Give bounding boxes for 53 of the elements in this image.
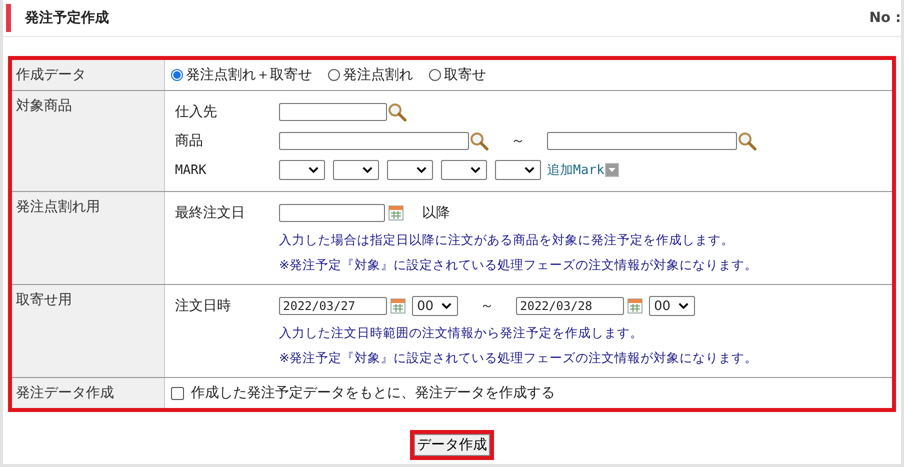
- field-label: MARK: [175, 162, 208, 178]
- header-accent-bar: [6, 4, 11, 32]
- supplier-field[interactable]: [279, 103, 387, 121]
- note-text: 入力した場合は指定日以降に注文がある商品を対象に発注予定を作成します。: [278, 231, 735, 249]
- row-label: 取寄せ用: [12, 285, 165, 377]
- radio-option[interactable]: 取寄せ: [429, 66, 486, 84]
- chevron-down-icon: [470, 166, 481, 174]
- date-field[interactable]: 2022/03/27: [279, 297, 387, 315]
- mark-select[interactable]: [387, 160, 433, 180]
- field-label: 注文日時: [175, 297, 232, 315]
- row-label: 発注点割れ用: [12, 192, 165, 284]
- chevron-down-icon: [308, 166, 319, 174]
- calendar-icon[interactable]: [627, 298, 643, 314]
- note-text: ※発注予定『対象』に設定されている処理フェーズの注文情報が対象になります。: [278, 256, 758, 274]
- checkbox-option[interactable]: 作成した発注予定データをもとに、発注データを作成する: [171, 384, 555, 402]
- product-to-field[interactable]: [547, 132, 737, 150]
- create-data-button[interactable]: データ作成: [410, 430, 494, 460]
- search-icon[interactable]: [387, 102, 407, 122]
- field-label: 商品: [175, 132, 204, 150]
- product-from-field[interactable]: [279, 132, 469, 150]
- chevron-down-icon: [416, 166, 427, 174]
- note-text: 入力した注文日時範囲の注文情報から発注予定を作成します。: [278, 324, 644, 342]
- radio-option[interactable]: 発注点割れ: [328, 66, 413, 84]
- date-field[interactable]: [279, 204, 385, 222]
- note-text: ※発注予定『対象』に設定されている処理フェーズの注文情報が対象になります。: [278, 349, 758, 367]
- mark-select[interactable]: [279, 160, 325, 180]
- hour-select[interactable]: 00: [412, 296, 458, 316]
- field-label: 最終注文日: [175, 204, 246, 222]
- mark-select[interactable]: [441, 160, 487, 180]
- add-mark-link[interactable]: 追加Mark: [547, 161, 604, 179]
- row-label: 作成データ: [12, 60, 165, 90]
- chevron-down-icon: [678, 302, 689, 310]
- chevron-down-icon: [362, 166, 373, 174]
- dropdown-icon[interactable]: [605, 163, 620, 177]
- radio-option[interactable]: 発注点割れ＋取寄せ: [171, 66, 312, 84]
- row-label: 対象商品: [12, 91, 165, 191]
- number-label: No :: [869, 10, 901, 26]
- chevron-down-icon: [524, 166, 535, 174]
- after-label: 以降: [422, 204, 450, 222]
- search-icon[interactable]: [469, 131, 489, 151]
- hour-select[interactable]: 00: [649, 296, 695, 316]
- field-label: 仕入先: [175, 103, 218, 121]
- range-separator: ～: [511, 132, 525, 150]
- calendar-icon[interactable]: [390, 298, 406, 314]
- row-label: 発注データ作成: [12, 378, 165, 408]
- date-field[interactable]: 2022/03/28: [516, 297, 624, 315]
- mark-select[interactable]: [495, 160, 541, 180]
- range-separator: ～: [480, 297, 494, 315]
- page-title: 発注予定作成: [25, 9, 109, 27]
- search-icon[interactable]: [737, 131, 757, 151]
- calendar-icon[interactable]: [388, 205, 404, 221]
- chevron-down-icon: [441, 302, 452, 310]
- mark-select[interactable]: [333, 160, 379, 180]
